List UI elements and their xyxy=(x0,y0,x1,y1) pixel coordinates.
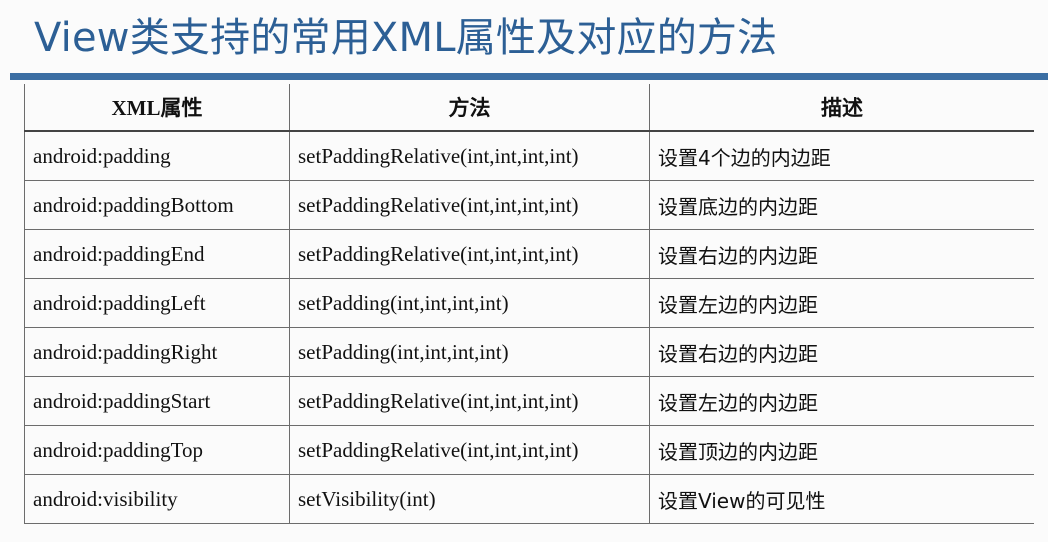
xml-attribute-cell: android:visibility xyxy=(24,474,290,524)
table-row: android:paddingEnd setPaddingRelative(in… xyxy=(24,229,1034,279)
attribute-table-container: XML属性 方法 描述 android:padding setPaddingRe… xyxy=(24,84,1034,542)
table-row: android:padding setPaddingRelative(int,i… xyxy=(24,130,1034,181)
xml-attribute-cell: android:paddingRight xyxy=(24,327,290,377)
description-cell: 设置右边的内边距 xyxy=(649,327,1034,377)
method-cell: setPaddingRelative(int,int,int,int) xyxy=(289,180,650,230)
header-xml-attribute: XML属性 xyxy=(24,84,290,132)
method-cell: setPaddingRelative(int,int,int,int) xyxy=(289,376,650,426)
attribute-table: XML属性 方法 描述 android:padding setPaddingRe… xyxy=(24,84,1034,524)
header-description: 描述 xyxy=(649,84,1034,132)
title-divider xyxy=(10,73,1048,80)
table-row: android:paddingBottom setPaddingRelative… xyxy=(24,180,1034,230)
table-row: android:paddingTop setPaddingRelative(in… xyxy=(24,425,1034,475)
method-cell: setPaddingRelative(int,int,int,int) xyxy=(289,425,650,475)
xml-attribute-cell: android:padding xyxy=(24,130,290,181)
method-cell: setPadding(int,int,int,int) xyxy=(289,327,650,377)
description-cell: 设置底边的内边距 xyxy=(649,180,1034,230)
description-cell: 设置View的可见性 xyxy=(649,474,1034,524)
xml-attribute-cell: android:paddingLeft xyxy=(24,278,290,328)
xml-attribute-cell: android:paddingBottom xyxy=(24,180,290,230)
description-cell: 设置左边的内边距 xyxy=(649,376,1034,426)
method-cell: setPaddingRelative(int,int,int,int) xyxy=(289,229,650,279)
table-row: android:paddingStart setPaddingRelative(… xyxy=(24,376,1034,426)
method-cell: setVisibility(int) xyxy=(289,474,650,524)
table-row: android:visibility setVisibility(int) 设置… xyxy=(24,474,1034,524)
description-cell: 设置4个边的内边距 xyxy=(649,130,1034,181)
table-row: android:paddingRight setPadding(int,int,… xyxy=(24,327,1034,377)
description-cell: 设置左边的内边距 xyxy=(649,278,1034,328)
table-header-row: XML属性 方法 描述 xyxy=(24,84,1034,132)
xml-attribute-cell: android:paddingTop xyxy=(24,425,290,475)
table-row: android:paddingLeft setPadding(int,int,i… xyxy=(24,278,1034,328)
xml-attribute-cell: android:paddingEnd xyxy=(24,229,290,279)
method-cell: setPadding(int,int,int,int) xyxy=(289,278,650,328)
slide-title: View类支持的常用XML属性及对应的方法 xyxy=(34,15,778,61)
method-cell: setPaddingRelative(int,int,int,int) xyxy=(289,130,650,181)
xml-attribute-cell: android:paddingStart xyxy=(24,376,290,426)
description-cell: 设置右边的内边距 xyxy=(649,229,1034,279)
header-method: 方法 xyxy=(289,84,650,132)
description-cell: 设置顶边的内边距 xyxy=(649,425,1034,475)
